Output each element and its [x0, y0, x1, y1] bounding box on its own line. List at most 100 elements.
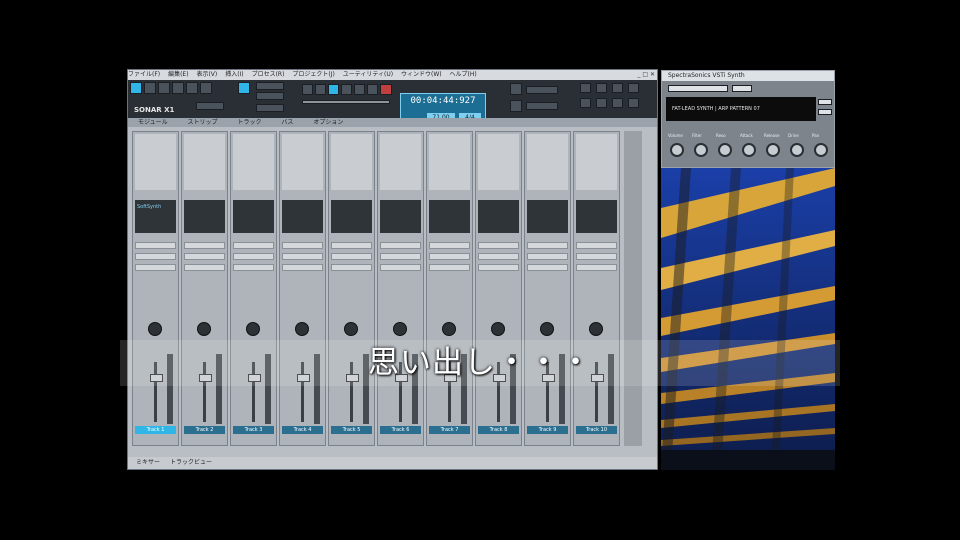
transport-position-slider[interactable] [302, 100, 390, 104]
pan-knob[interactable] [540, 322, 554, 336]
punch-icon[interactable] [367, 84, 378, 95]
preset-arrow-button[interactable] [732, 85, 752, 92]
sidechain-select[interactable] [429, 264, 470, 271]
marker-icon[interactable] [510, 83, 522, 95]
draw-tool-icon[interactable] [172, 82, 184, 94]
track-name[interactable]: Track 4 [282, 426, 323, 434]
output-select[interactable] [282, 253, 323, 260]
pan-knob[interactable] [295, 322, 309, 336]
menu-insert[interactable]: 挿入(I) [225, 71, 243, 78]
sidechain-select[interactable] [331, 264, 372, 271]
view-icon-1[interactable] [580, 83, 591, 93]
synth-knob[interactable] [814, 143, 828, 157]
mixer-side-panel[interactable] [624, 131, 642, 446]
fx-bin[interactable] [282, 200, 323, 233]
pan-knob[interactable] [148, 322, 162, 336]
status-tab-mixer[interactable]: ミキサー [136, 459, 160, 466]
track-name[interactable]: Track 1 [135, 426, 176, 434]
pan-knob[interactable] [589, 322, 603, 336]
stop-icon[interactable] [315, 84, 326, 95]
output-select[interactable] [380, 253, 421, 260]
pan-knob[interactable] [344, 322, 358, 336]
output-select[interactable] [527, 253, 568, 260]
pan-knob[interactable] [197, 322, 211, 336]
loop-icon[interactable] [341, 84, 352, 95]
fx-bin[interactable] [380, 200, 421, 233]
status-tab-trackview[interactable]: トラックビュー [170, 459, 212, 466]
track-name[interactable]: Track 7 [429, 426, 470, 434]
view-icon-3[interactable] [612, 83, 623, 93]
fx-bin[interactable] [429, 200, 470, 233]
input-select[interactable] [527, 242, 568, 249]
input-select[interactable] [576, 242, 617, 249]
mixer-menu-modules[interactable]: モジュール [138, 119, 168, 126]
sidechain-select[interactable] [184, 264, 225, 271]
split-tool-icon[interactable] [200, 82, 212, 94]
pan-knob[interactable] [393, 322, 407, 336]
input-select[interactable] [478, 242, 519, 249]
forward-icon[interactable] [354, 84, 365, 95]
fx-bin[interactable] [233, 200, 274, 233]
mode-select-2[interactable] [256, 92, 284, 100]
output-select[interactable] [233, 253, 274, 260]
sidechain-select[interactable] [527, 264, 568, 271]
view-icon-4[interactable] [628, 83, 639, 93]
output-select[interactable] [429, 253, 470, 260]
track-name[interactable]: Track 10 [576, 426, 617, 434]
move-tool-icon[interactable] [144, 82, 156, 94]
sidechain-select[interactable] [233, 264, 274, 271]
smart-tool-icon[interactable] [238, 82, 250, 94]
track-name[interactable]: Track 5 [331, 426, 372, 434]
menu-process[interactable]: プロセス(R) [252, 71, 285, 78]
track-name[interactable]: Track 6 [380, 426, 421, 434]
track-name[interactable]: Track 9 [527, 426, 568, 434]
view-icon-7[interactable] [612, 98, 623, 108]
select-tool-icon[interactable] [130, 82, 142, 94]
menu-edit[interactable]: 編集(E) [168, 71, 188, 78]
play-icon[interactable] [328, 84, 339, 95]
mixer-menu-options[interactable]: オプション [313, 119, 343, 126]
synth-knob[interactable] [718, 143, 732, 157]
synth-knob[interactable] [766, 143, 780, 157]
pan-knob[interactable] [491, 322, 505, 336]
fx-bin[interactable] [184, 200, 225, 233]
menu-project[interactable]: プロジェクト(J) [292, 71, 334, 78]
pan-knob[interactable] [442, 322, 456, 336]
fx-bin[interactable] [576, 200, 617, 233]
menu-utility[interactable]: ユーティリティ(U) [343, 71, 393, 78]
sidechain-select[interactable] [576, 264, 617, 271]
fx-bin[interactable] [331, 200, 372, 233]
rewind-icon[interactable] [302, 84, 313, 95]
track-name[interactable]: Track 8 [478, 426, 519, 434]
mode-select[interactable] [256, 82, 284, 90]
mixer-menu-tracks[interactable]: トラック [237, 119, 261, 126]
synth-knob[interactable] [670, 143, 684, 157]
plugin-side-button-2[interactable] [818, 109, 832, 115]
input-select[interactable] [184, 242, 225, 249]
loop-end-field[interactable] [526, 102, 558, 110]
menu-window[interactable]: ウィンドウ(W) [401, 71, 442, 78]
mode-select-3[interactable] [256, 104, 284, 112]
menu-file[interactable]: ファイル(F) [128, 71, 160, 78]
track-name[interactable]: Track 2 [184, 426, 225, 434]
sidechain-select[interactable] [478, 264, 519, 271]
view-icon-6[interactable] [596, 98, 607, 108]
mixer-menu-buses[interactable]: バス [281, 119, 293, 126]
loop-start-field[interactable] [526, 86, 558, 94]
input-select[interactable] [331, 242, 372, 249]
view-icon-8[interactable] [628, 98, 639, 108]
loop-points-icon[interactable] [510, 100, 522, 112]
input-select[interactable] [429, 242, 470, 249]
synth-knob[interactable] [790, 143, 804, 157]
sidechain-select[interactable] [380, 264, 421, 271]
output-select[interactable] [135, 253, 176, 260]
pan-knob[interactable] [246, 322, 260, 336]
output-select[interactable] [478, 253, 519, 260]
output-select[interactable] [576, 253, 617, 260]
input-select[interactable] [380, 242, 421, 249]
mixer-menu-strips[interactable]: ストリップ [188, 119, 218, 126]
record-icon[interactable] [380, 84, 392, 95]
synth-knob[interactable] [694, 143, 708, 157]
view-icon-5[interactable] [580, 98, 591, 108]
menu-view[interactable]: 表示(V) [196, 71, 217, 78]
